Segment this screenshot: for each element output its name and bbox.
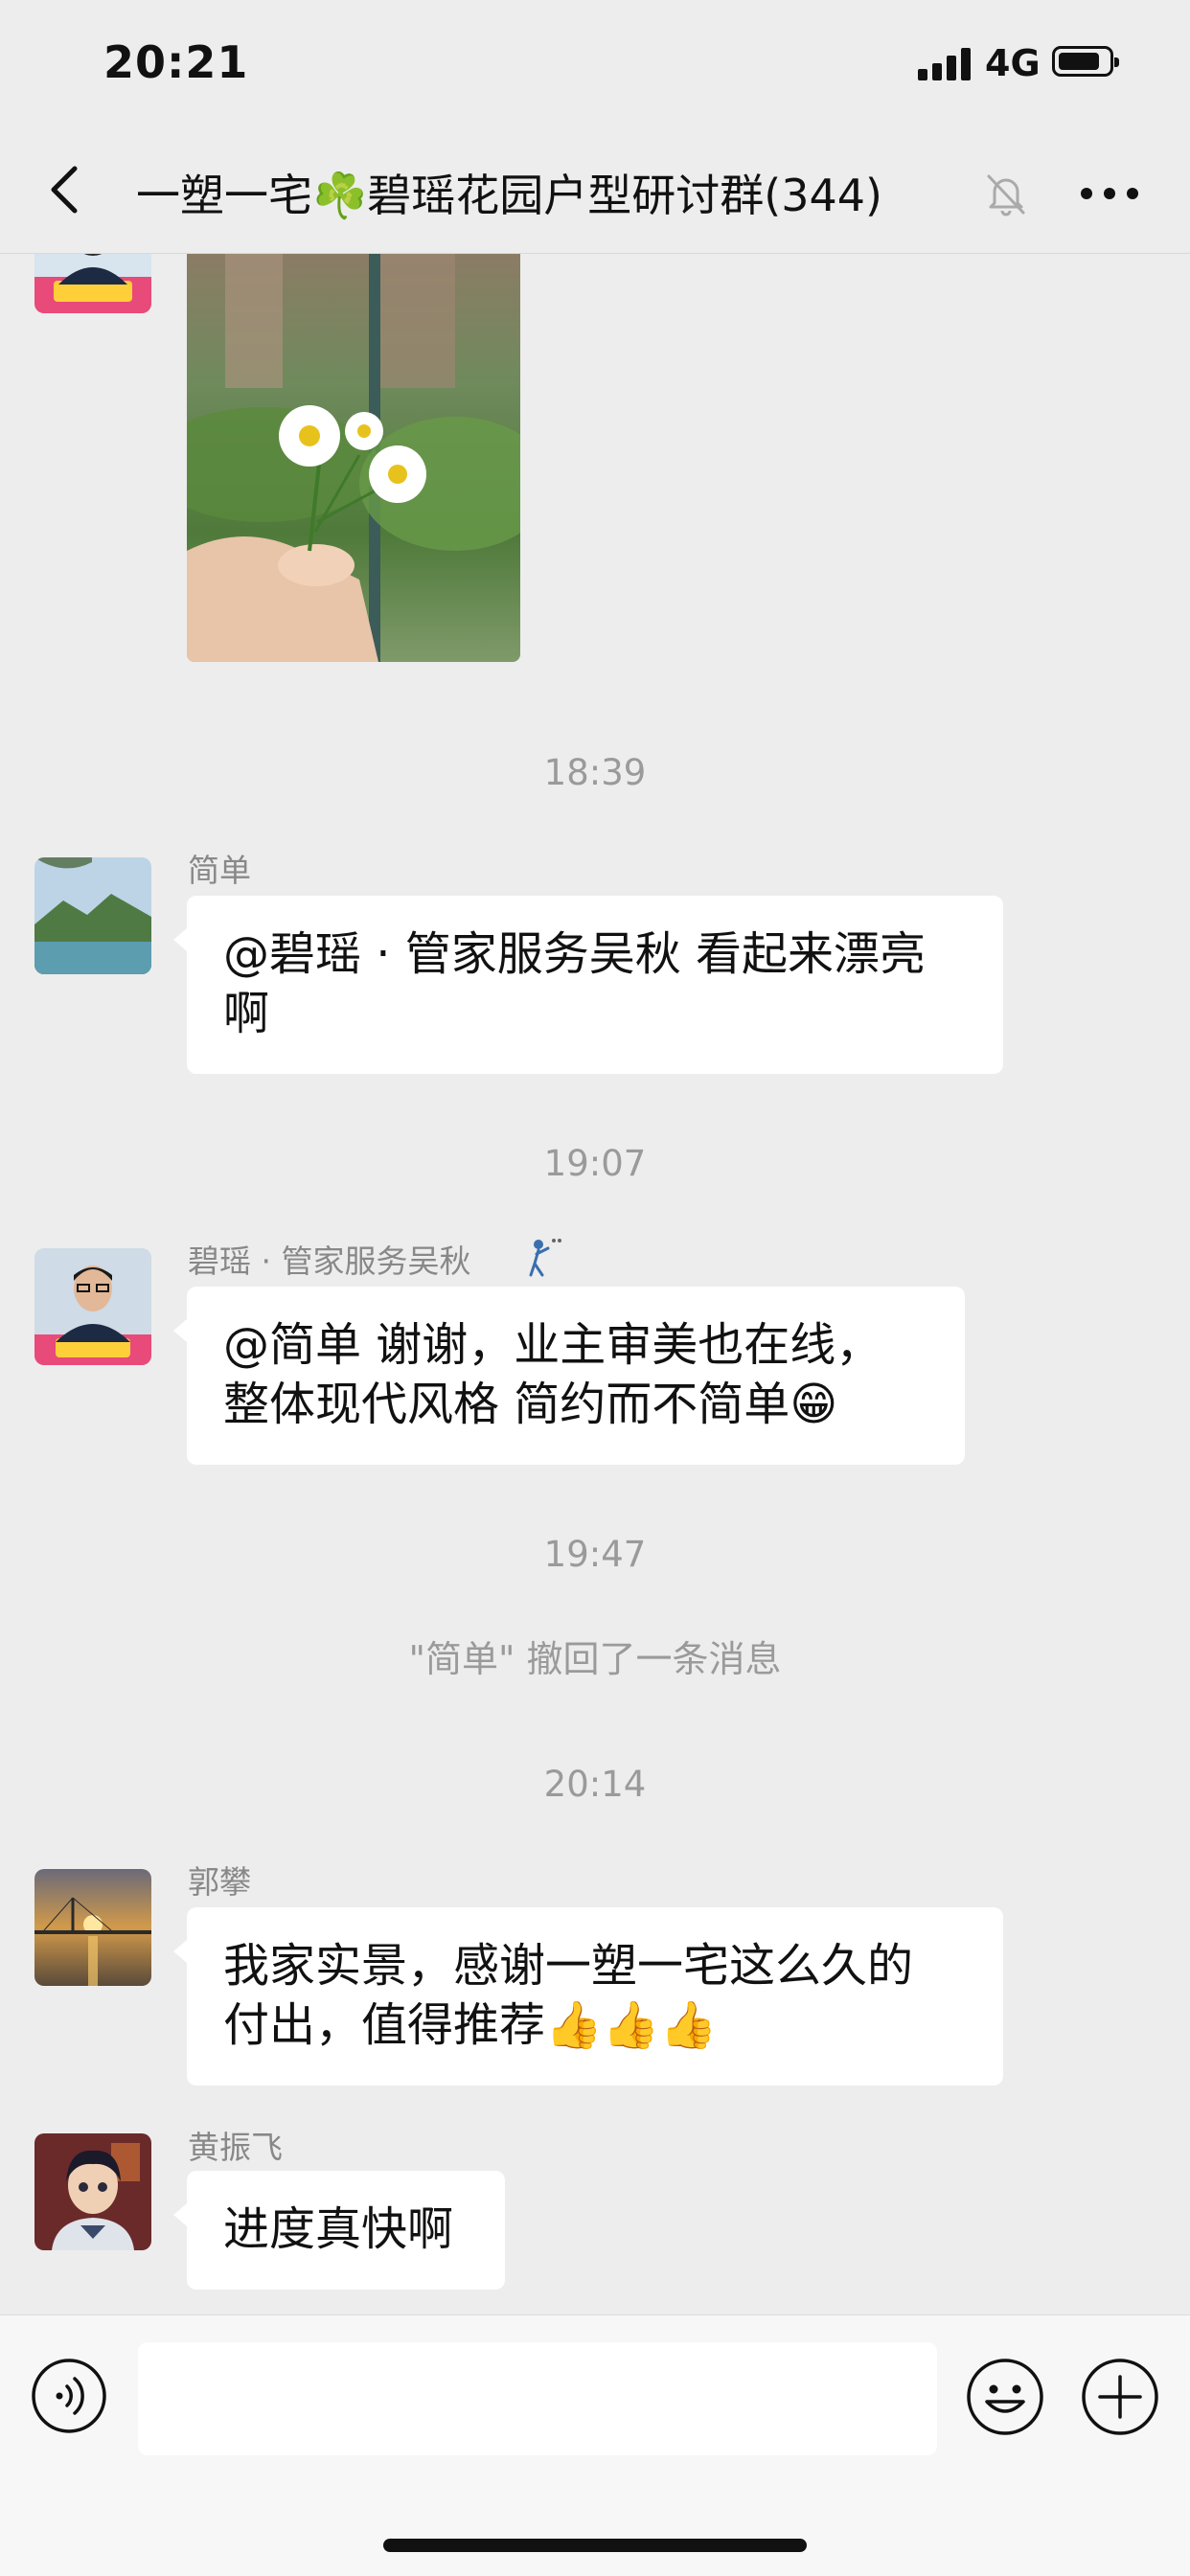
sender-name: 碧瑶 · 管家服务吴秋 — [188, 1242, 471, 1280]
avatar-guo-pan[interactable] — [34, 1869, 151, 1986]
message-line: 付出，值得推荐👍👍👍 — [223, 1998, 718, 2052]
sender-name: 简单 — [188, 852, 251, 889]
message-line: @碧瑶 · 管家服务吴秋 看起来漂亮 — [223, 927, 927, 981]
bell-slash-icon — [987, 174, 1025, 217]
message-line: 进度真快啊 — [223, 2202, 454, 2256]
back-button[interactable] — [38, 161, 96, 218]
timestamp: 18:39 — [543, 752, 647, 793]
message-bubble[interactable]: 进度真快啊 — [173, 2171, 505, 2290]
message-bubble[interactable]: 我家实景，感谢一塑一宅这么久的 付出，值得推荐👍👍👍 — [173, 1907, 1003, 2086]
avatar-huang-zhen-fei[interactable] — [34, 2133, 151, 2250]
emoji-icon[interactable] — [966, 2358, 1044, 2436]
shared-photo[interactable] — [187, 254, 520, 662]
timestamp: 20:14 — [543, 1764, 647, 1805]
chat-area[interactable]: 18:39 简单 @碧瑶 · 管家服务吴秋 看起来漂亮 啊 19:07 碧瑶 ·… — [0, 254, 1190, 2314]
recall-notice: "简单" 撤回了一条消息 — [408, 1638, 782, 1680]
message-line: @简单 谢谢，业主审美也在线， — [223, 1318, 882, 1372]
plus-icon[interactable] — [1081, 2358, 1159, 2436]
message-input[interactable] — [138, 2342, 937, 2455]
timestamp: 19:07 — [543, 1143, 647, 1184]
battery-icon — [1052, 46, 1119, 77]
avatar-wu-qiu[interactable] — [34, 254, 151, 313]
home-indicator[interactable] — [383, 2539, 807, 2552]
message-line: 啊 — [223, 987, 270, 1040]
signal-icon — [918, 46, 973, 80]
status-bar: 20:21 4G — [0, 0, 1190, 134]
sender-name: 黄振飞 — [188, 2129, 283, 2166]
status-time: 20:21 — [103, 36, 249, 88]
input-bar — [0, 2314, 1190, 2576]
voice-icon[interactable] — [31, 2358, 107, 2434]
chat-header: 一塑一宅☘️碧瑶花园户型研讨群(344) — [0, 134, 1190, 254]
message-line: 我家实景，感谢一塑一宅这么久的 — [223, 1939, 914, 1993]
avatar-wu-qiu[interactable] — [34, 1248, 151, 1365]
person-status-icon — [529, 1239, 561, 1277]
more-button[interactable] — [1081, 188, 1138, 201]
network-type: 4G — [985, 42, 1041, 84]
message-bubble[interactable]: @简单 谢谢，业主审美也在线， 整体现代风格 简约而不简单😁 — [173, 1287, 965, 1465]
avatar-jian-dan[interactable] — [34, 857, 151, 974]
sender-name: 郭攀 — [188, 1863, 251, 1901]
message-bubble[interactable]: @碧瑶 · 管家服务吴秋 看起来漂亮 啊 — [173, 896, 1003, 1074]
timestamp: 19:47 — [543, 1534, 647, 1575]
chat-title: 一塑一宅☘️碧瑶花园户型研讨群(344) — [136, 170, 882, 221]
chevron-left-icon — [51, 166, 78, 214]
message-line: 整体现代风格 简约而不简单😁 — [223, 1378, 838, 1431]
